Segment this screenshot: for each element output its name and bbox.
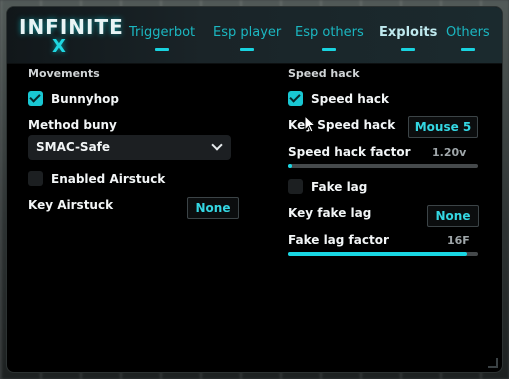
key-airstuck-button[interactable]: None [187,197,239,219]
tab-exploits[interactable]: Exploits [379,25,438,51]
tab-label: Exploits [379,25,438,40]
resize-handle[interactable] [488,358,498,368]
method-buny-value: SMAC-Safe [36,140,111,154]
speedhack-factor-slider[interactable] [288,164,478,168]
mouse-cursor-icon [304,115,317,133]
tab-label: Others [446,25,490,40]
key-airstuck-label: Key Airstuck [28,198,114,212]
fakelag-factor-label: Fake lag factor [288,233,389,247]
logo-x: X [52,36,66,57]
key-fakelag-button[interactable]: None [427,205,479,227]
tab-underline [240,48,255,51]
logo-title: INFINITE [19,15,124,39]
slider-fill [288,164,292,168]
movements-section-title: Movements [28,67,100,80]
key-fakelag-label: Key fake lag [288,206,372,220]
tab-triggerbot[interactable]: Triggerbot [129,25,196,51]
tab-underline [401,48,416,51]
tab-others[interactable]: Others [446,25,490,51]
fakelag-factor-value: 16F [447,234,470,247]
fakelag-label: Fake lag [311,180,368,194]
speedhack-label: Speed hack [311,92,390,106]
key-speedhack-button[interactable]: Mouse 5 [408,116,478,138]
tab-label: Triggerbot [129,25,196,40]
tab-underline [460,48,475,51]
fakelag-checkbox[interactable] [288,179,303,194]
bunnyhop-checkbox[interactable] [28,91,43,106]
tab-label: Esp others [295,25,364,40]
tab-underline [155,48,170,51]
slider-fill [288,252,467,256]
bunnyhop-label: Bunnyhop [51,92,119,106]
fakelag-factor-slider[interactable] [288,252,478,256]
method-buny-label: Method buny [28,118,117,132]
method-buny-select[interactable]: SMAC-Safe [28,135,231,160]
speedhack-checkbox[interactable] [288,91,303,106]
cheat-menu-window: INFINITE X Triggerbot Esp player Esp oth… [6,6,503,373]
speedhack-section-title: Speed hack [288,67,360,80]
tab-label: Esp player [213,25,282,40]
tab-esp-others[interactable]: Esp others [295,25,364,51]
airstuck-label: Enabled Airstuck [51,172,166,186]
tab-esp-player[interactable]: Esp player [213,25,282,51]
chevron-down-icon [211,139,223,151]
tab-underline [322,48,337,51]
menu-header: INFINITE X Triggerbot Esp player Esp oth… [7,7,502,64]
airstuck-checkbox[interactable] [28,171,43,186]
speedhack-factor-value: 1.20v [432,146,467,159]
speedhack-factor-label: Speed hack factor [288,145,411,159]
